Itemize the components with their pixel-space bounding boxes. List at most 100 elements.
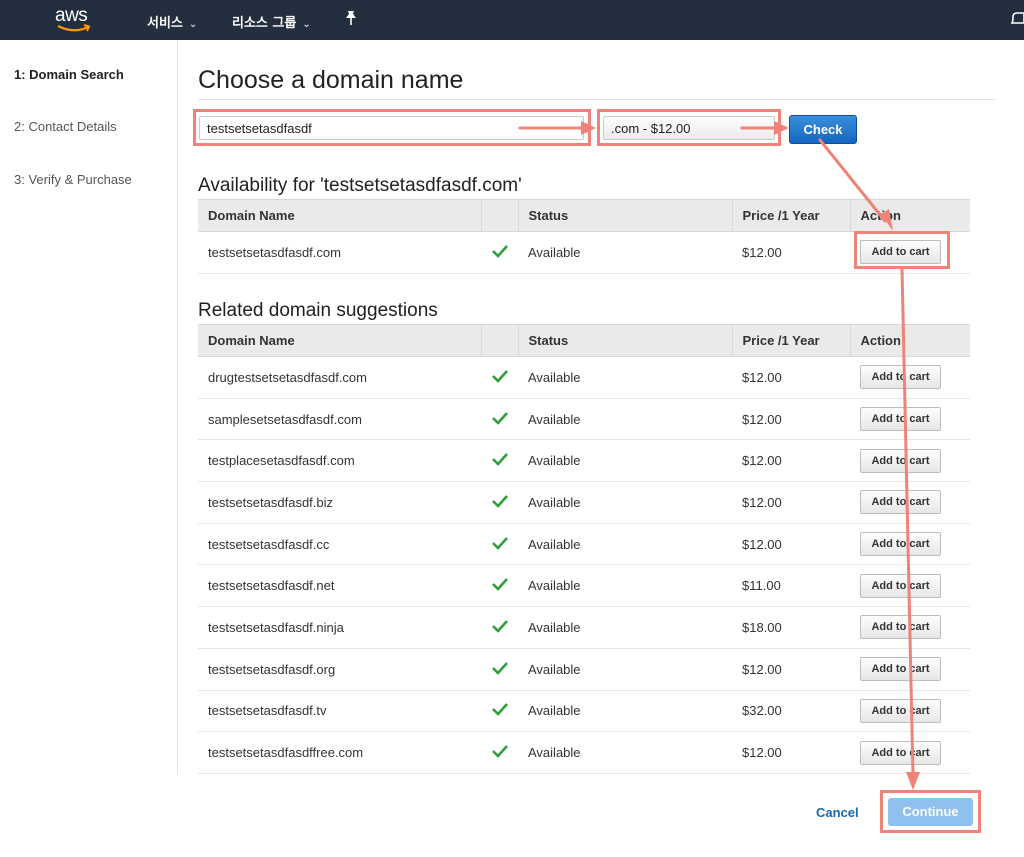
domain-name-cell: samplesetsetasdfasdf.com <box>198 398 481 441</box>
title-divider <box>198 99 995 100</box>
check-icon <box>491 369 509 386</box>
continue-button[interactable]: Continue <box>888 798 973 826</box>
check-button[interactable]: Check <box>789 115 857 144</box>
status-cell: Available <box>518 356 732 399</box>
table-row: testsetsetasdfasdf.org Available $12.00 Add… <box>198 648 970 691</box>
table-row: testsetsetasdfasdf.biz Available $12.00 Add… <box>198 481 970 524</box>
status-cell: Available <box>518 481 732 524</box>
status-cell: Available <box>518 648 732 691</box>
resource-groups-menu[interactable]: 리소스 그룹 ⌄ <box>232 12 311 31</box>
check-icon <box>491 744 509 761</box>
price-cell: $12.00 <box>732 523 850 566</box>
wizard-steps-sidebar: 1: Domain Search 2: Contact Details 3: V… <box>0 40 178 775</box>
check-icon <box>491 494 509 511</box>
bell-icon[interactable] <box>1010 10 1024 28</box>
table-row: testsetsetasdfasdf.ninja Available $18.00 A… <box>198 606 970 649</box>
check-icon <box>491 619 509 636</box>
add-to-cart-highlight <box>854 231 950 269</box>
table-row: testsetsetasdfasdf.tv Available $32.00 Add … <box>198 690 970 733</box>
table-row: testplacesetasdfasdf.com Available $12.00 A… <box>198 439 970 483</box>
add-to-cart-button[interactable]: Add to cart <box>860 365 941 390</box>
aws-logo[interactable]: aws <box>55 5 99 33</box>
domain-name-cell: testsetsetasdfasdf.biz <box>198 481 481 524</box>
step-verify-purchase[interactable]: 3: Verify & Purchase <box>14 172 132 187</box>
add-to-cart-button[interactable]: Add to cart <box>860 532 941 557</box>
status-cell: Available <box>518 523 732 566</box>
status-cell: Available <box>518 398 732 441</box>
availability-title: Availability for 'testsetsetasdfasdf.com… <box>198 175 522 196</box>
continue-highlight: Continue <box>880 790 981 833</box>
check-icon <box>491 411 509 428</box>
domain-name-cell: drugtestsetsetasdfasdf.com <box>198 356 481 399</box>
price-cell: $12.00 <box>732 231 850 274</box>
table-row: samplesetsetasdfasdf.com Available $12.00 A… <box>198 398 970 441</box>
price-cell: $12.00 <box>732 648 850 691</box>
add-to-cart-button[interactable]: Add to cart <box>860 615 941 640</box>
check-icon <box>491 577 509 594</box>
add-to-cart-button[interactable]: Add to cart <box>860 407 941 432</box>
domain-name-cell: testsetsetasdfasdf.cc <box>198 523 481 566</box>
tld-select[interactable]: .com - $12.00 <box>603 116 775 140</box>
column-header-domain: Domain Name <box>198 324 481 357</box>
chevron-down-icon: ⌄ <box>302 19 311 30</box>
table-row: drugtestsetsetasdfasdf.com Available $12.0… <box>198 356 970 399</box>
status-cell: Available <box>518 231 732 274</box>
column-header-icon <box>480 324 518 357</box>
column-header-price: Price /1 Year <box>731 199 850 232</box>
check-icon <box>491 702 509 719</box>
domain-name-cell: testsetsetasdfasdf.net <box>198 564 481 608</box>
column-header-action: Action <box>849 324 970 357</box>
check-icon <box>491 244 509 261</box>
top-nav-bar: aws 서비스 ⌄ 리소스 그룹 ⌄ <box>0 0 1024 40</box>
pin-icon[interactable] <box>344 10 358 29</box>
table-row: testsetsetasdfasdffree.com Available $12.0… <box>198 731 970 774</box>
domain-name-cell: testsetsetasdfasdf.ninja <box>198 606 481 649</box>
column-header-domain: Domain Name <box>198 199 481 232</box>
add-to-cart-button[interactable]: Add to cart <box>860 490 941 515</box>
step-contact-details[interactable]: 2: Contact Details <box>14 119 117 134</box>
price-cell: $11.00 <box>732 564 850 608</box>
domain-name-cell: testplacesetasdfasdf.com <box>198 439 481 483</box>
status-cell: Available <box>518 731 732 774</box>
table-row: testsetsetasdfasdf.cc Available $12.00 Add … <box>198 523 970 566</box>
search-input-highlight: testsetsetasdfasdf <box>193 109 591 146</box>
price-cell: $12.00 <box>732 398 850 441</box>
add-to-cart-button[interactable]: Add to cart <box>860 698 941 723</box>
status-cell: Available <box>518 564 732 608</box>
check-icon <box>491 536 509 553</box>
related-domains-table: Domain Name Status Price /1 Year Action … <box>198 324 970 774</box>
column-header-action: Action <box>849 199 970 232</box>
cancel-link[interactable]: Cancel <box>816 805 859 820</box>
price-cell: $12.00 <box>732 481 850 524</box>
table-row: testsetsetasdfasdf.net Available $11.00 Add… <box>198 564 970 608</box>
price-cell: $32.00 <box>732 690 850 733</box>
domain-search-input[interactable]: testsetsetasdfasdf <box>199 116 584 140</box>
resource-groups-label: 리소스 그룹 <box>232 16 297 31</box>
status-cell: Available <box>518 690 732 733</box>
page-title: Choose a domain name <box>198 66 464 94</box>
price-cell: $18.00 <box>732 606 850 649</box>
services-menu-label: 서비스 <box>147 16 183 31</box>
status-cell: Available <box>518 439 732 483</box>
add-to-cart-button[interactable]: Add to cart <box>860 448 941 473</box>
domain-name-cell: testsetsetasdfasdffree.com <box>198 731 481 774</box>
price-cell: $12.00 <box>732 356 850 399</box>
add-to-cart-button[interactable]: Add to cart <box>860 740 941 765</box>
add-to-cart-button[interactable]: Add to cart <box>860 657 941 682</box>
price-cell: $12.00 <box>732 439 850 483</box>
step-domain-search[interactable]: 1: Domain Search <box>14 67 124 82</box>
services-menu[interactable]: 서비스 ⌄ <box>147 12 197 31</box>
related-suggestions-title: Related domain suggestions <box>198 300 438 321</box>
price-cell: $12.00 <box>732 731 850 774</box>
domain-name-cell: testsetsetasdfasdf.com <box>198 231 481 274</box>
domain-name-cell: testsetsetasdfasdf.tv <box>198 690 481 733</box>
aws-smile-icon <box>57 24 91 32</box>
domain-name-cell: testsetsetasdfasdf.org <box>198 648 481 691</box>
column-header-price: Price /1 Year <box>731 324 850 357</box>
column-header-status: Status <box>517 324 732 357</box>
tld-select-highlight: .com - $12.00 <box>597 109 781 146</box>
chevron-down-icon: ⌄ <box>188 19 198 30</box>
column-header-status: Status <box>517 199 732 232</box>
add-to-cart-button[interactable]: Add to cart <box>860 573 941 598</box>
status-cell: Available <box>518 606 732 649</box>
